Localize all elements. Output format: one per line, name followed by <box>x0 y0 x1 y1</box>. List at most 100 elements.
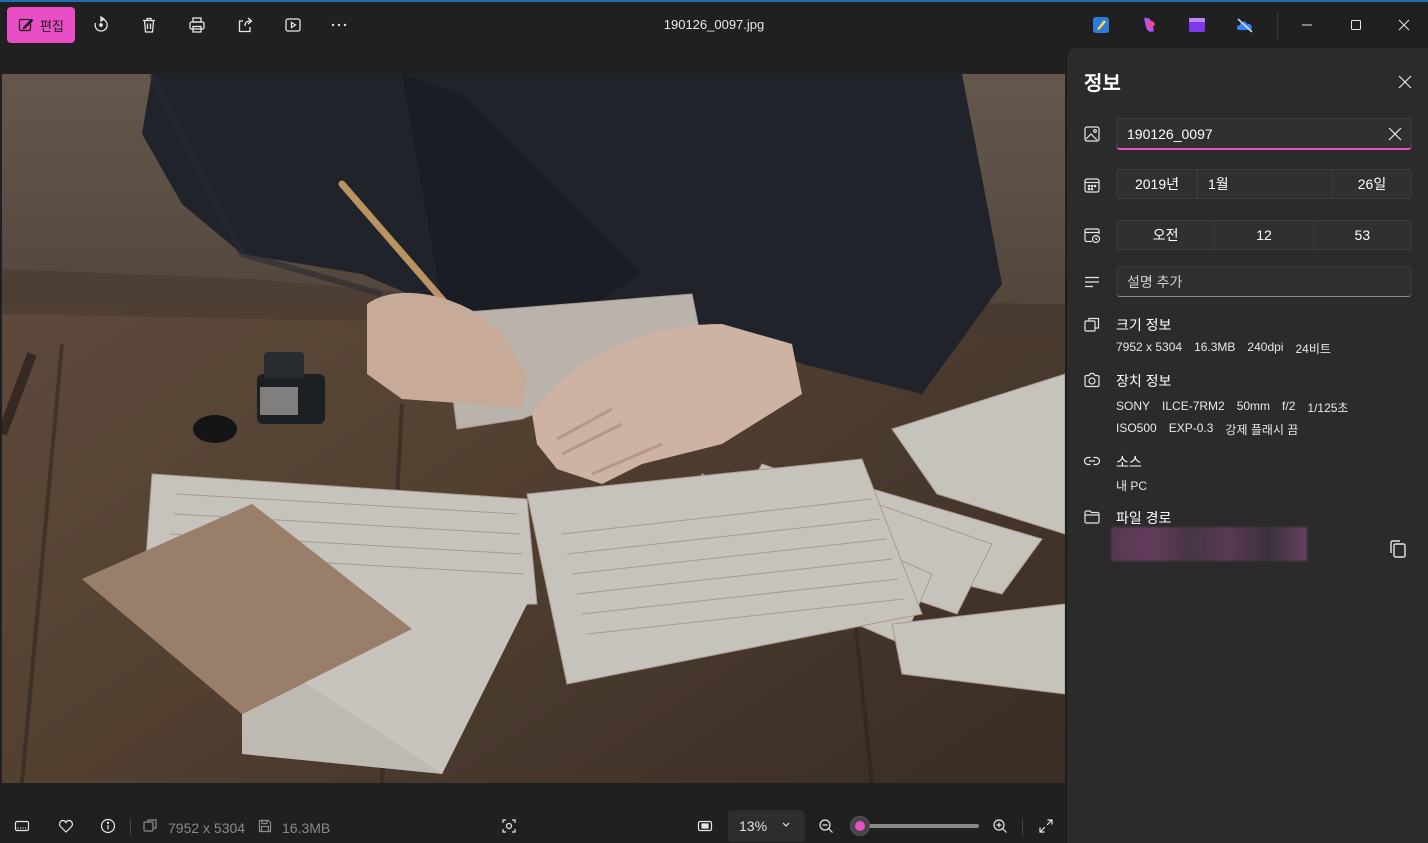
minimize-icon <box>1302 24 1312 26</box>
edit-button[interactable]: 편집 <box>7 7 75 43</box>
more-options-button[interactable] <box>324 11 354 39</box>
time-ampm[interactable]: 오전 <box>1117 221 1216 249</box>
device-icon-wrap <box>1083 371 1101 389</box>
calendar-clock-icon <box>1084 228 1101 244</box>
filesize-icon-wrap <box>256 815 274 837</box>
size-filesize: 16.3MB <box>1194 340 1236 354</box>
close-window-button[interactable] <box>1381 2 1427 48</box>
more-dots-icon <box>331 23 347 27</box>
link-icon <box>1083 456 1101 466</box>
visual-search-button[interactable] <box>498 815 520 837</box>
date-month[interactable]: 1월 <box>1198 170 1333 198</box>
bottom-filesize: 16.3MB <box>282 820 331 836</box>
fit-to-window-icon <box>697 820 713 832</box>
share-button[interactable] <box>230 11 260 39</box>
date-day[interactable]: 26일 <box>1333 170 1411 198</box>
info-panel-title: 정보 <box>1084 73 1121 95</box>
designer-app-icon <box>1093 17 1109 33</box>
device-details-line1: SONY ILCE-7RM2 50mm f/2 1/125초 <box>1116 399 1360 416</box>
save-disk-icon <box>258 819 272 833</box>
size-bitdepth: 24비트 <box>1295 342 1331 356</box>
copilot-button[interactable] <box>1139 15 1159 35</box>
bottom-dimensions: 7952 x 5304 <box>168 820 246 836</box>
clipchamp-button[interactable] <box>1187 15 1207 35</box>
printer-icon <box>189 17 205 33</box>
zoom-out-button[interactable] <box>815 815 837 837</box>
window-controls-separator <box>1277 12 1278 40</box>
description-input-box[interactable] <box>1116 266 1412 297</box>
rotate-icon <box>94 16 108 32</box>
clear-input-icon[interactable] <box>1387 126 1403 142</box>
date-year[interactable]: 2019년 <box>1117 170 1198 198</box>
visual-search-icon <box>502 819 516 833</box>
info-button[interactable] <box>97 815 119 837</box>
info-panel-close-button[interactable] <box>1393 70 1417 94</box>
share-icon <box>238 17 253 33</box>
info-icon <box>100 818 116 834</box>
onedrive-offline-icon <box>1236 18 1253 33</box>
designer-app-button[interactable] <box>1091 15 1111 35</box>
rotate-button[interactable] <box>86 11 116 39</box>
file-name-input-box[interactable] <box>1116 118 1412 150</box>
favorite-button[interactable] <box>55 815 77 837</box>
actual-size-button[interactable] <box>694 815 716 837</box>
time-minute[interactable]: 53 <box>1314 221 1411 249</box>
copy-path-button[interactable] <box>1387 538 1409 560</box>
image-size-icon <box>143 819 157 832</box>
print-button[interactable] <box>182 11 212 39</box>
heart-icon <box>59 819 73 833</box>
description-icon-wrap <box>1083 273 1101 291</box>
copilot-icon <box>1144 17 1155 32</box>
zoom-value: 13% <box>739 818 768 834</box>
date-picker[interactable]: 2019년 1월 26일 <box>1116 169 1412 199</box>
clipchamp-icon <box>1189 18 1205 32</box>
time-icon-wrap <box>1083 226 1101 244</box>
zoom-level-dropdown[interactable]: 13% <box>728 810 805 842</box>
device-section-title: 장치 정보 <box>1116 373 1172 389</box>
close-icon <box>1398 75 1412 89</box>
source-icon-wrap <box>1083 452 1101 470</box>
maximize-button[interactable] <box>1333 2 1379 48</box>
play-slideshow-icon <box>285 18 301 32</box>
filmstrip-icon <box>14 820 30 832</box>
zoom-in-button[interactable] <box>989 815 1011 837</box>
slideshow-button[interactable] <box>278 11 308 39</box>
close-icon <box>1398 19 1410 31</box>
onedrive-button[interactable] <box>1235 15 1255 35</box>
device-focal: 50mm <box>1236 399 1271 413</box>
text-lines-icon <box>1085 276 1099 288</box>
description-input[interactable] <box>1127 273 1397 290</box>
image-size-icon <box>1084 317 1100 332</box>
device-iso: ISO500 <box>1116 421 1157 435</box>
device-details-line2: ISO500 EXP-0.3 강제 플래시 끔 <box>1116 421 1310 438</box>
zoom-out-icon <box>819 819 833 833</box>
photo-preview <box>2 74 1065 783</box>
dimensions-icon-wrap <box>141 815 159 837</box>
file-path-redacted <box>1111 527 1307 561</box>
size-dpi: 240dpi <box>1247 340 1284 354</box>
device-shutter: 1/125초 <box>1307 401 1349 415</box>
file-name-title: 190126_0097.jpg <box>663 17 765 32</box>
trash-icon <box>143 17 155 33</box>
time-picker[interactable]: 오전 12 53 <box>1116 220 1412 250</box>
expand-icon <box>1039 819 1053 833</box>
minimize-button[interactable] <box>1284 2 1330 48</box>
date-icon-wrap <box>1083 176 1101 194</box>
camera-icon <box>1084 372 1100 388</box>
size-dimensions: 7952 x 5304 <box>1116 340 1183 354</box>
device-make: SONY <box>1116 399 1151 413</box>
filmstrip-button[interactable] <box>11 815 33 837</box>
zoom-slider[interactable] <box>850 816 979 836</box>
time-hour[interactable]: 12 <box>1215 221 1314 249</box>
zoom-slider-thumb[interactable] <box>850 816 870 836</box>
device-aperture: f/2 <box>1282 399 1296 413</box>
delete-button[interactable] <box>134 11 164 39</box>
size-section-title: 크기 정보 <box>1116 317 1172 333</box>
image-canvas[interactable] <box>0 48 1066 806</box>
source-value: 내 PC <box>1116 479 1148 493</box>
image-name-icon-wrap <box>1083 125 1101 143</box>
bottom-separator-right <box>1022 819 1023 835</box>
file-name-input[interactable] <box>1127 125 1367 142</box>
info-panel: 정보 2019년 1월 26일 오전 12 53 <box>1066 48 1428 843</box>
fullscreen-button[interactable] <box>1035 815 1057 837</box>
